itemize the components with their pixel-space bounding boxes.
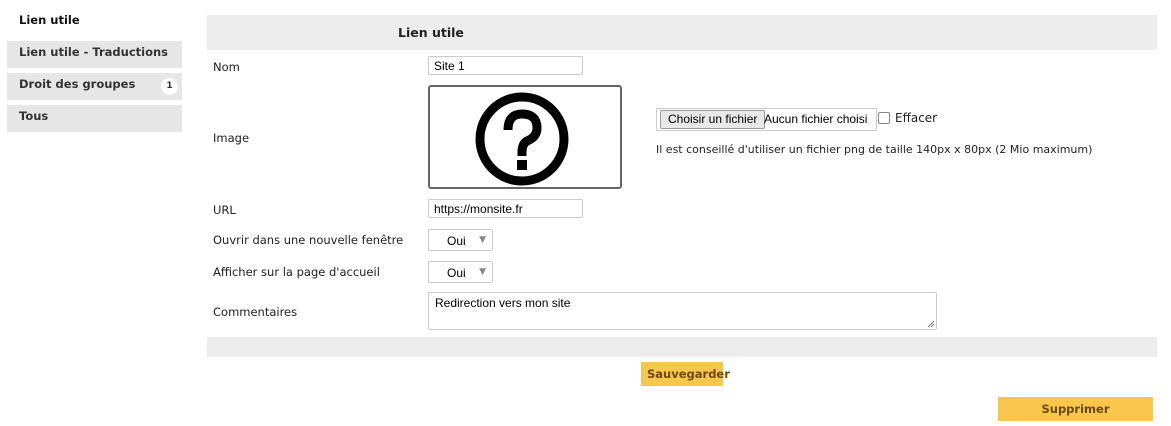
image-label: Image [213,131,250,145]
form-panel: Lien utile Nom Site 1 Image Choisir un f… [207,15,1157,357]
nom-input[interactable]: Site 1 [428,56,583,75]
delete-button[interactable]: Supprimer définitivement [998,397,1153,421]
select-value: Oui [447,266,466,280]
question-mark-icon [475,92,569,186]
form-footer [207,337,1157,357]
save-button[interactable]: Sauvegarder [641,362,730,386]
url-label: URL [213,203,236,217]
count-badge: 1 [161,78,178,95]
nom-label: Nom [213,60,240,74]
form-title: Lien utile [398,25,464,40]
comments-text: Redirection vers mon site [435,296,571,310]
new-window-select[interactable]: Oui ▼ [428,229,493,251]
clear-image-label[interactable]: Effacer [895,111,937,125]
sidebar-item-label: Tous [19,109,49,123]
sidebar-item-label: Lien utile [19,13,80,27]
clear-image-checkbox[interactable] [878,112,890,124]
choose-file-button[interactable]: Choisir un fichier [660,110,766,129]
sidebar-item-lien-utile[interactable]: Lien utile [7,9,182,36]
homepage-label: Afficher sur la page d'accueil [213,265,380,279]
chevron-down-icon: ▼ [479,235,486,245]
sidebar-item-traductions[interactable]: Lien utile - Traductions [7,41,182,68]
image-hint: Il est conseillé d'utiliser un fichier p… [656,143,1093,156]
resize-handle-icon[interactable] [927,320,935,328]
form-header: Lien utile [207,15,1157,50]
select-value: Oui [447,234,466,248]
sidebar: Lien utile Lien utile - Traductions Droi… [7,9,182,137]
url-input[interactable]: https://monsite.fr [428,199,583,218]
comments-textarea[interactable]: Redirection vers mon site [428,292,937,330]
new-window-label: Ouvrir dans une nouvelle fenêtre [213,233,404,247]
sidebar-item-droit-des-groupes[interactable]: Droit des groupes 1 [7,73,182,100]
sidebar-item-tous[interactable]: Tous [7,105,182,132]
comments-label: Commentaires [213,305,298,319]
image-preview [428,85,622,189]
homepage-select[interactable]: Oui ▼ [428,261,493,283]
chevron-down-icon: ▼ [479,267,486,277]
file-input[interactable]: Choisir un fichier Aucun fichier choisi [656,108,877,131]
file-status: Aucun fichier choisi [764,112,868,126]
sidebar-item-label: Lien utile - Traductions [19,45,169,59]
sidebar-item-label: Droit des groupes [19,77,136,91]
